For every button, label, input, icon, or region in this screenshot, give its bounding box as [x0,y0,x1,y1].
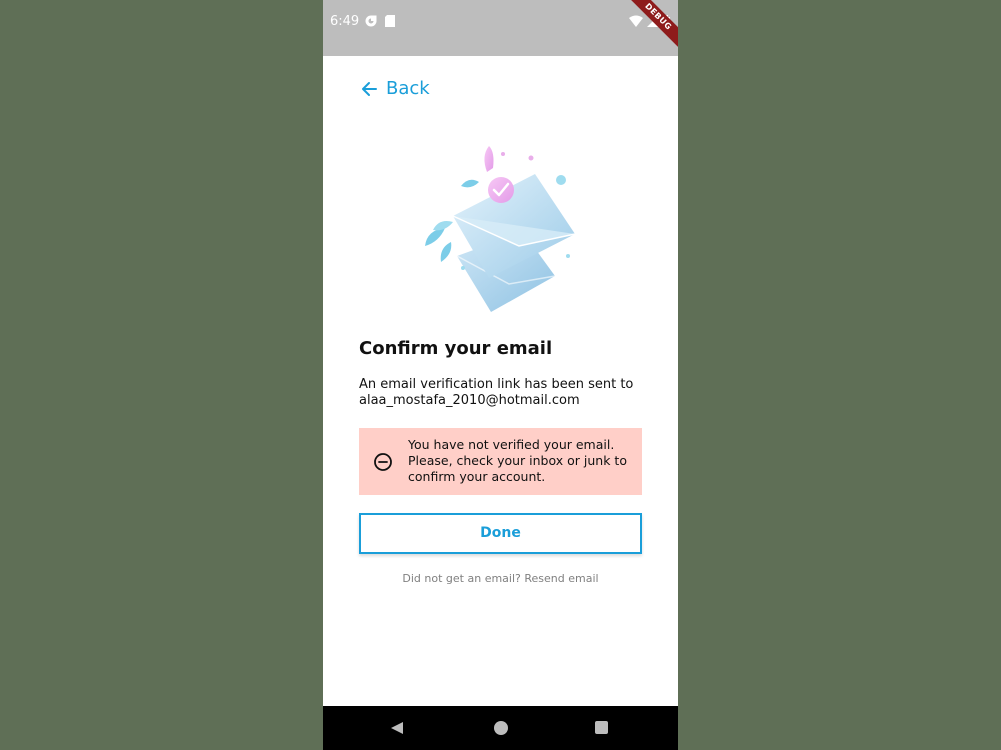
nav-home-icon[interactable] [494,721,508,735]
description-text: An email verification link has been sent… [359,377,634,392]
notification-icon [365,15,377,27]
back-label: Back [386,78,430,99]
email-envelope-illustration [425,146,576,312]
status-time: 6:49 [330,14,360,29]
wifi-icon [629,15,643,27]
status-bar: 6:49 DEBUG [323,0,678,58]
back-button[interactable]: Back [360,78,430,99]
email-address: alaa_mostafa_2010@hotmail.com [359,393,580,408]
arrow-left-icon [362,81,377,96]
verification-description: An email verification link has been sent… [359,377,649,409]
nav-recents-icon[interactable] [595,721,608,734]
alert-message: You have not verified your email. Please… [408,437,627,484]
resend-email-link[interactable]: Did not get an email? Resend email [323,572,678,585]
sd-card-icon [385,15,395,27]
nav-back-icon[interactable] [390,721,404,735]
navigation-bar [323,706,678,750]
unverified-alert: You have not verified your email. Please… [359,428,642,495]
phone-screen: 6:49 DEBUG Back Confirm your email An em… [323,0,678,750]
minus-circle-icon [374,453,392,471]
page-title: Confirm your email [359,338,553,359]
done-button[interactable]: Done [359,513,642,554]
debug-banner: DEBUG [617,0,678,58]
